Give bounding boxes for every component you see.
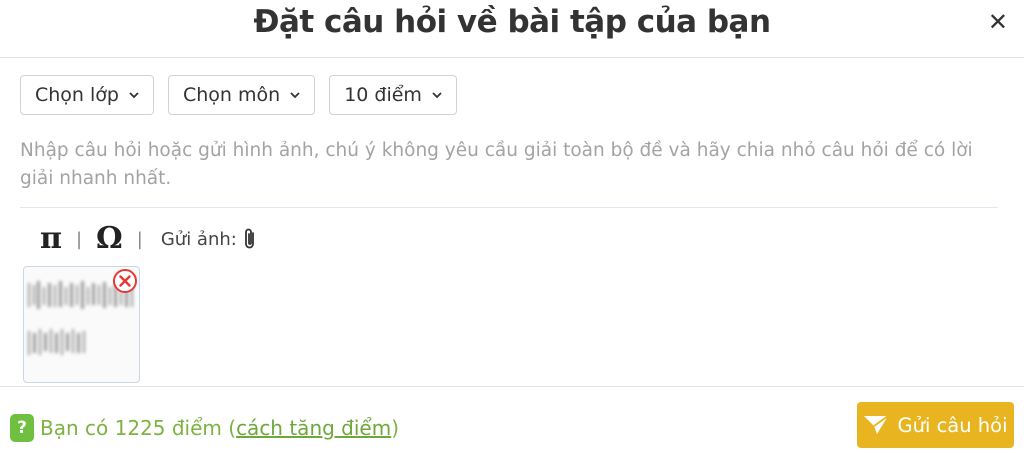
subject-select[interactable]: Chọn môn bbox=[167, 75, 316, 115]
dialog-footer: ? Bạn có 1225 điểm (cách tăng điểm) Gửi … bbox=[0, 386, 1024, 453]
send-button-label: Gửi câu hỏi bbox=[897, 413, 1008, 437]
subject-select-label: Chọn môn bbox=[182, 84, 281, 106]
dialog-header: Đặt câu hỏi về bài tập của bạn ✕ bbox=[0, 0, 1024, 58]
increase-points-link[interactable]: cách tăng điểm bbox=[236, 416, 391, 440]
toolbar-separator: | bbox=[136, 228, 143, 250]
points-text: Bạn có 1225 điểm ( bbox=[40, 416, 237, 440]
toolbar-separator: | bbox=[75, 228, 83, 250]
points-info: ? Bạn có 1225 điểm (cách tăng điểm) bbox=[10, 414, 399, 442]
upload-label: Gửi ảnh: bbox=[160, 228, 237, 250]
filter-selects: Chọn lớp Chọn môn 10 điểm bbox=[20, 75, 457, 115]
chevron-down-icon bbox=[432, 92, 442, 99]
divider bbox=[20, 207, 998, 208]
question-input[interactable]: Nhập câu hỏi hoặc gửi hình ảnh, chú ý kh… bbox=[20, 137, 1000, 193]
editor-toolbar: π | Ω | Gửi ảnh: bbox=[40, 222, 257, 256]
remove-circle-icon[interactable] bbox=[112, 268, 138, 294]
close-icon[interactable]: ✕ bbox=[988, 8, 1008, 36]
special-char-button[interactable]: Ω bbox=[96, 222, 123, 256]
points-select-label: 10 điểm bbox=[344, 84, 422, 106]
chevron-down-icon bbox=[290, 92, 300, 99]
chevron-down-icon bbox=[129, 92, 139, 99]
grade-select-label: Chọn lớp bbox=[35, 84, 119, 106]
grade-select[interactable]: Chọn lớp bbox=[20, 75, 154, 115]
points-suffix: ) bbox=[391, 416, 400, 440]
help-badge-icon: ? bbox=[10, 414, 34, 442]
math-symbol-button[interactable]: π bbox=[40, 222, 62, 256]
paperclip-icon[interactable] bbox=[243, 227, 257, 251]
points-select[interactable]: 10 điểm bbox=[329, 75, 457, 115]
dialog-title: Đặt câu hỏi về bài tập của bạn bbox=[253, 4, 771, 40]
send-question-button[interactable]: Gửi câu hỏi bbox=[857, 402, 1014, 448]
send-icon bbox=[864, 415, 890, 434]
